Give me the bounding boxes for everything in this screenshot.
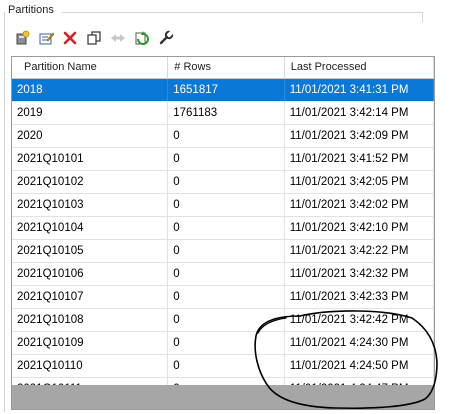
edit-icon bbox=[39, 32, 54, 45]
column-header-partition-name[interactable]: Partition Name bbox=[12, 57, 169, 78]
row-count-cell: 0 bbox=[168, 217, 285, 239]
last-processed-cell: 11/01/2021 3:42:22 PM bbox=[285, 240, 434, 262]
table-row[interactable]: 2021Q10107 0 11/01/2021 3:42:33 PM bbox=[12, 286, 434, 309]
partition-name-cell: 2021Q10102 bbox=[12, 171, 169, 193]
table-row[interactable]: 2021Q10106 0 11/01/2021 3:42:32 PM bbox=[12, 263, 434, 286]
delete-button[interactable] bbox=[60, 28, 80, 48]
last-processed-cell: 11/01/2021 4:24:30 PM bbox=[285, 332, 434, 354]
row-count-cell: 0 bbox=[168, 148, 285, 170]
partition-name-cell: 2021Q10105 bbox=[12, 240, 169, 262]
table-row[interactable]: 2021Q10102 0 11/01/2021 3:42:05 PM bbox=[12, 171, 434, 194]
partition-name-cell: 2021Q10104 bbox=[12, 217, 169, 239]
row-count-cell: 0 bbox=[168, 332, 285, 354]
row-count-cell: 0 bbox=[168, 125, 285, 147]
row-count-cell: 0 bbox=[168, 194, 285, 216]
table-row[interactable]: 2021Q10108 0 11/01/2021 3:42:42 PM bbox=[12, 309, 434, 332]
last-processed-cell: 11/01/2021 4:24:50 PM bbox=[285, 355, 434, 377]
properties-icon bbox=[159, 30, 174, 45]
partitions-grid[interactable]: Partition Name # Rows Last Processed 201… bbox=[11, 56, 435, 410]
copy-icon bbox=[87, 31, 101, 45]
column-header-last-processed[interactable]: Last Processed bbox=[285, 57, 434, 78]
last-processed-cell: 11/01/2021 3:42:09 PM bbox=[285, 125, 434, 147]
partition-name-cell: 2020 bbox=[12, 125, 169, 147]
row-count-cell: 0 bbox=[168, 240, 285, 262]
last-processed-cell: 11/01/2021 3:42:32 PM bbox=[285, 263, 434, 285]
row-count-cell: 1651817 bbox=[168, 79, 285, 101]
table-row[interactable]: 2021Q10101 0 11/01/2021 3:41:52 PM bbox=[12, 148, 434, 171]
partitions-toolbar bbox=[12, 26, 176, 50]
groupbox-border-right bbox=[422, 12, 423, 22]
last-processed-cell: 11/01/2021 3:41:31 PM bbox=[285, 79, 434, 101]
partition-name-cell: 2021Q10108 bbox=[12, 309, 169, 331]
table-row[interactable]: 2018 1651817 11/01/2021 3:41:31 PM bbox=[12, 79, 434, 102]
table-row[interactable]: 2021Q10105 0 11/01/2021 3:42:22 PM bbox=[12, 240, 434, 263]
last-processed-cell: 11/01/2021 3:42:14 PM bbox=[285, 102, 434, 124]
partition-name-cell: 2018 bbox=[12, 79, 169, 101]
groupbox-border-top bbox=[61, 12, 423, 13]
partition-name-cell: 2021Q10109 bbox=[12, 332, 169, 354]
grid-rows: 2018 1651817 11/01/2021 3:41:31 PM 2019 … bbox=[12, 79, 434, 401]
partition-name-cell: 2021Q10110 bbox=[12, 355, 169, 377]
copy-button[interactable] bbox=[84, 28, 104, 48]
table-row[interactable]: 2019 1761183 11/01/2021 3:42:14 PM bbox=[12, 102, 434, 125]
row-count-cell: 0 bbox=[168, 286, 285, 308]
properties-button[interactable] bbox=[156, 28, 176, 48]
table-row[interactable]: 2020 0 11/01/2021 3:42:09 PM bbox=[12, 125, 434, 148]
grid-empty-area bbox=[12, 385, 434, 409]
last-processed-cell: 11/01/2021 3:42:10 PM bbox=[285, 217, 434, 239]
row-count-cell: 0 bbox=[168, 263, 285, 285]
last-processed-cell: 11/01/2021 3:41:52 PM bbox=[285, 148, 434, 170]
table-row[interactable]: 2021Q10110 0 11/01/2021 4:24:50 PM bbox=[12, 355, 434, 378]
merge-button[interactable] bbox=[108, 28, 128, 48]
partition-name-cell: 2021Q10103 bbox=[12, 194, 169, 216]
groupbox-border-left bbox=[4, 12, 5, 412]
grid-header: Partition Name # Rows Last Processed bbox=[12, 57, 434, 79]
groupbox-title: Partitions bbox=[8, 4, 54, 16]
partition-name-cell: 2021Q10101 bbox=[12, 148, 169, 170]
new-partition-icon bbox=[16, 30, 30, 45]
partition-name-cell: 2021Q10107 bbox=[12, 286, 169, 308]
partition-name-cell: 2021Q10106 bbox=[12, 263, 169, 285]
merge-icon bbox=[111, 34, 125, 42]
last-processed-cell: 11/01/2021 3:42:42 PM bbox=[285, 309, 434, 331]
last-processed-cell: 11/01/2021 3:42:02 PM bbox=[285, 194, 434, 216]
process-icon bbox=[135, 31, 149, 45]
process-button[interactable] bbox=[132, 28, 152, 48]
table-row[interactable]: 2021Q10104 0 11/01/2021 3:42:10 PM bbox=[12, 217, 434, 240]
delete-icon bbox=[63, 31, 77, 45]
row-count-cell: 0 bbox=[168, 309, 285, 331]
partition-name-cell: 2019 bbox=[12, 102, 169, 124]
table-row[interactable]: 2021Q10103 0 11/01/2021 3:42:02 PM bbox=[12, 194, 434, 217]
row-count-cell: 0 bbox=[168, 355, 285, 377]
table-row[interactable]: 2021Q10109 0 11/01/2021 4:24:30 PM bbox=[12, 332, 434, 355]
row-count-cell: 0 bbox=[168, 171, 285, 193]
new-partition-button[interactable] bbox=[12, 28, 32, 48]
column-header-rows[interactable]: # Rows bbox=[168, 57, 285, 78]
row-count-cell: 1761183 bbox=[168, 102, 285, 124]
edit-button[interactable] bbox=[36, 28, 56, 48]
last-processed-cell: 11/01/2021 3:42:05 PM bbox=[285, 171, 434, 193]
last-processed-cell: 11/01/2021 3:42:33 PM bbox=[285, 286, 434, 308]
